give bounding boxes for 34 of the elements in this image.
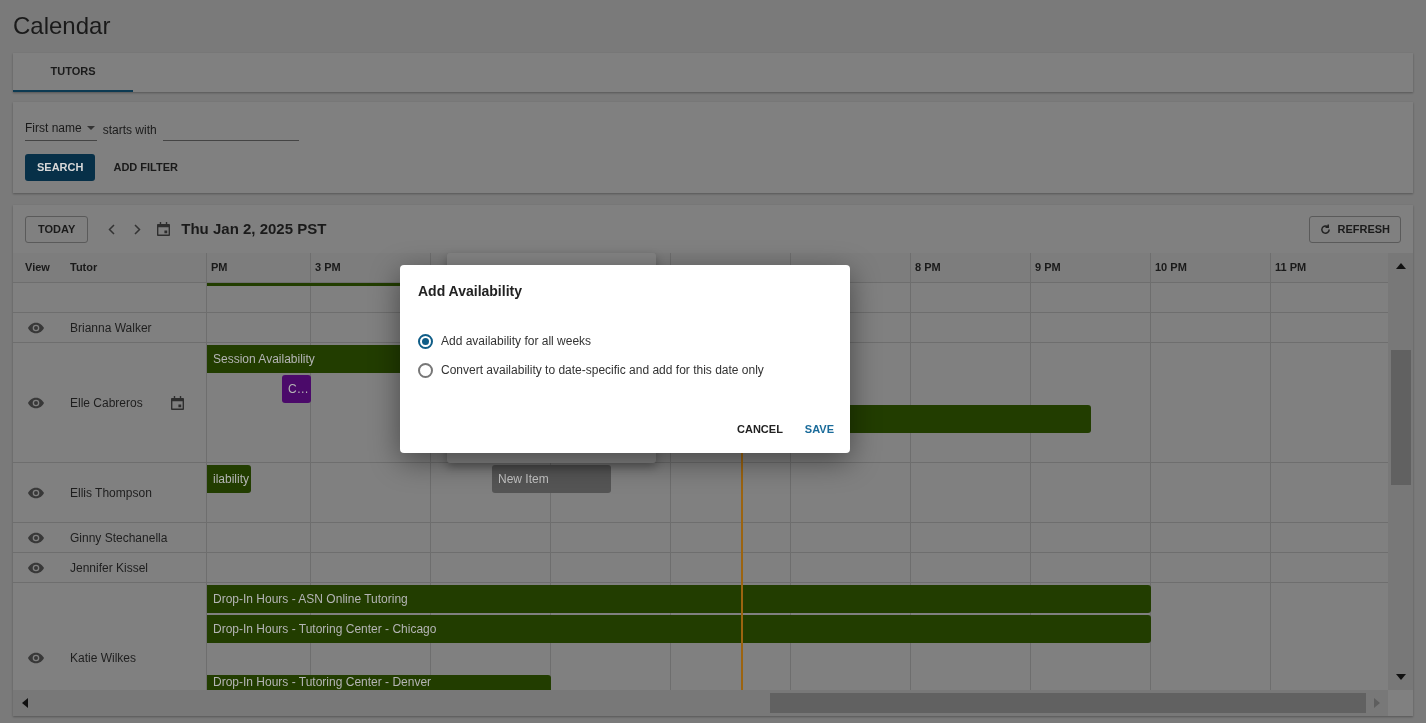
tutor-name: Ginny Stechanella xyxy=(70,529,168,547)
event-bar[interactable]: ilability xyxy=(207,465,251,493)
column-header: View xyxy=(24,260,51,276)
column-header: Tutor xyxy=(58,253,207,282)
event-bar[interactable]: C… xyxy=(282,375,311,403)
event-bar[interactable]: Drop-In Hours - Tutoring Center - Denver xyxy=(207,675,551,690)
hour-label: 3 PM xyxy=(315,260,341,276)
tutor-name: Ellis Thompson xyxy=(70,484,152,502)
dialog-button[interactable]: CANCEL xyxy=(729,417,791,441)
radio-option[interactable]: Add availability for all weeks xyxy=(418,332,832,350)
tutor-name: Jennifer Kissel xyxy=(70,559,149,577)
hour-label: 8 PM xyxy=(915,260,941,276)
refresh-button[interactable]: REFRESH xyxy=(1309,215,1401,243)
event-bar[interactable]: Drop-In Hours - Tutoring Center - Chicago xyxy=(207,615,1151,643)
tutor-name: Elle Cabreros xyxy=(70,394,143,412)
radio-option[interactable]: Convert availability to date-specific and add for this date only xyxy=(418,361,832,379)
hour-label: 10 PM xyxy=(1155,260,1187,276)
hour-label: 9 PM xyxy=(1035,260,1061,276)
hour-label: PM xyxy=(211,260,228,276)
dialog-title: Add Availability xyxy=(418,282,523,301)
today-button[interactable]: TODAY xyxy=(25,215,89,243)
page-title: Calendar xyxy=(13,11,112,41)
dialog-button[interactable]: SAVE xyxy=(796,417,842,441)
add-filter-button[interactable]: ADD FILTER xyxy=(113,159,179,176)
hour-label: 11 PM xyxy=(1275,260,1307,276)
event-bar[interactable]: New Item xyxy=(492,465,611,493)
event-bar[interactable]: Drop-In Hours - ASN Online Tutoring xyxy=(207,585,1151,613)
search-button[interactable]: SEARCH xyxy=(25,154,96,181)
tutor-name: Brianna Walker xyxy=(70,319,152,337)
tab[interactable]: TUTORS xyxy=(13,53,133,92)
operator-label: starts with xyxy=(102,122,157,139)
current-date: Thu Jan 2, 2025 PST xyxy=(181,218,327,239)
tutor-name: Katie Wilkes xyxy=(70,649,137,667)
field-dropdown[interactable]: First name xyxy=(25,115,97,141)
